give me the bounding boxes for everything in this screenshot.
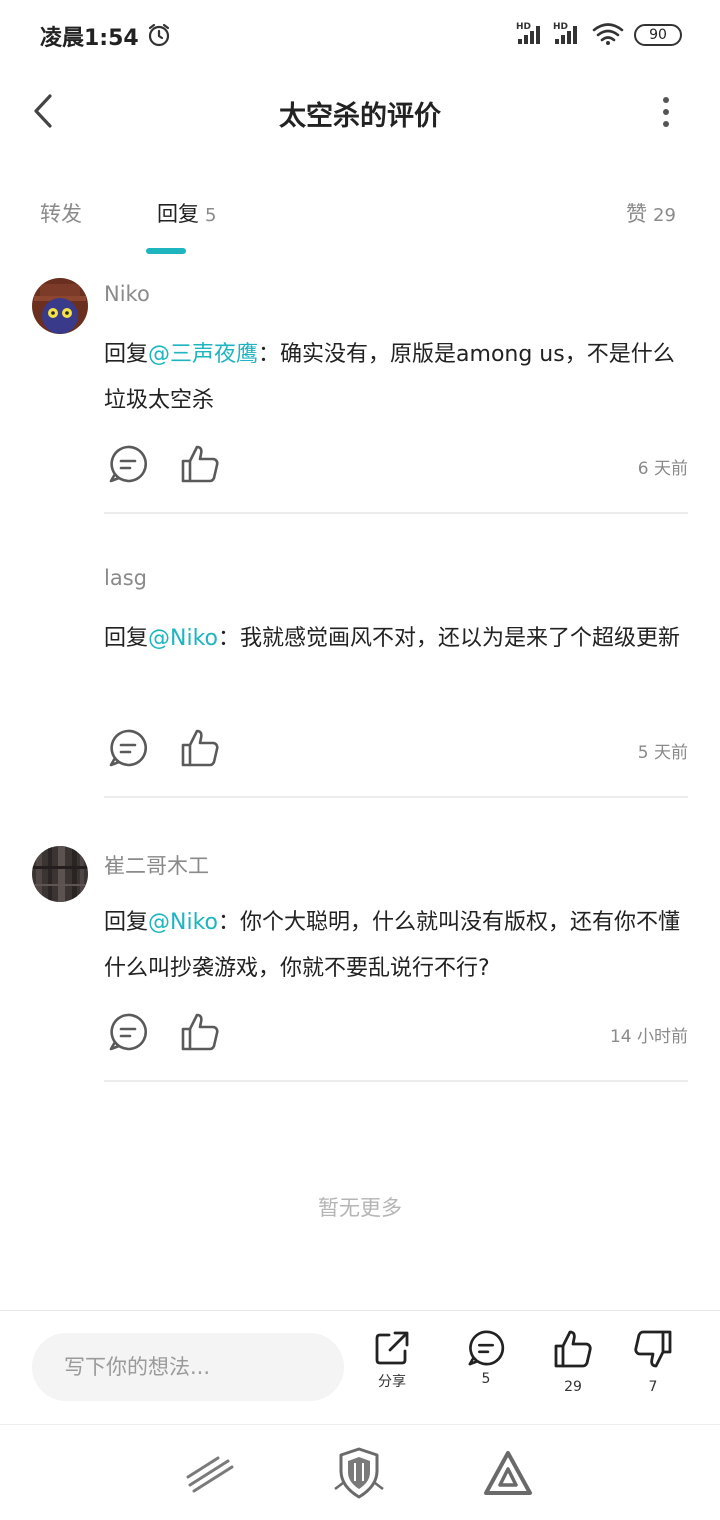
thumbs-up-icon [554,1330,592,1368]
dislike-button[interactable]: 7 [623,1329,683,1395]
avatar[interactable] [32,278,88,334]
tab-reply-label: 回复 [157,202,199,226]
tab-forward-label: 转发 [40,202,82,226]
tab-forward[interactable]: 转发 [40,198,82,228]
header: 太空杀的评价 [0,70,720,154]
comment-bubble-icon[interactable] [108,1012,148,1052]
comment-input[interactable] [32,1333,344,1401]
signal-hd-label: HD [516,22,531,32]
tab-likes-count: 29 [653,205,676,226]
thumbs-down-icon [634,1330,672,1368]
comment-time: 6 天前 [637,459,688,479]
tab-likes[interactable]: 赞 29 [626,198,676,228]
like-button[interactable]: 29 [543,1329,603,1395]
comment-text: 回复@Niko：你个大聪明，什么就叫没有版权，还有你不懂什么叫抄袭游戏，你就不要… [104,900,694,992]
nav-slash-icon[interactable] [182,1445,238,1501]
mention-link[interactable]: @Niko [148,626,218,651]
reply-prefix: 回复 [104,626,149,651]
reply-prefix: 回复 [104,342,149,367]
comment-bubble-icon [468,1330,505,1366]
status-bar: 凌晨1:54 HD HD 90 [0,0,720,70]
thumbs-up-icon[interactable] [180,728,220,768]
likes-count: 29 [564,1379,582,1395]
nav-shield-icon[interactable] [331,1445,387,1501]
alarm-icon [148,23,170,47]
reply-prefix: 回复 [104,910,149,935]
avatar[interactable] [32,846,88,902]
comment-body: ：我就感觉画风不对，还以为是来了个超级更新 [218,626,681,651]
replies-count: 5 [481,1371,491,1387]
mention-link[interactable]: @Niko [148,910,218,935]
more-vertical-icon[interactable] [652,92,680,132]
comment-time: 5 天前 [637,743,688,763]
comment-bubble-icon[interactable] [108,728,148,768]
divider [104,796,688,798]
battery-indicator: 90 [634,24,682,46]
avatar-cat-icon [32,278,88,334]
dislikes-count: 7 [648,1379,658,1395]
share-button[interactable]: 分享 [362,1329,422,1391]
comment-author[interactable]: 崔二哥木工 [104,850,209,880]
replies-button[interactable]: 5 [456,1329,516,1387]
signal-hd-label: HD [553,22,568,32]
system-nav-bar [0,1424,720,1520]
thumbs-up-icon[interactable] [180,444,220,484]
tab-bar: 转发 回复 5 赞 29 [0,186,720,256]
status-time: 凌晨1:54 [40,26,139,51]
active-tab-indicator [146,248,186,254]
tab-reply[interactable]: 回复 5 [157,198,216,228]
comment-bubble-icon[interactable] [108,444,148,484]
comment-text: 回复@Niko：我就感觉画风不对，还以为是来了个超级更新 [104,616,694,662]
wifi-icon [592,23,624,45]
comment-time: 14 小时前 [609,1027,688,1047]
divider [104,512,688,514]
divider [104,1080,688,1082]
tab-likes-label: 赞 [626,202,647,226]
page-title: 太空杀的评价 [279,101,441,132]
tab-reply-count: 5 [205,205,217,226]
thumbs-up-icon[interactable] [180,1012,220,1052]
cell-signal-icon: HD [553,22,577,44]
share-label: 分享 [378,1374,406,1390]
action-bar: 分享 5 29 7 [0,1310,720,1424]
mention-link[interactable]: @三声夜鹰 [148,342,258,367]
nav-triangle-icon[interactable] [480,1445,536,1501]
share-icon [375,1331,409,1365]
cell-signal-icon: HD [516,22,540,44]
comment-text: 回复@三声夜鹰：确实没有，原版是among us，不是什么垃圾太空杀 [104,332,694,424]
comment-author[interactable]: Niko [104,282,150,306]
comment-author[interactable]: lasg [104,566,147,590]
no-more-label: 暂无更多 [318,1196,402,1220]
avatar-texture-icon [32,846,88,902]
